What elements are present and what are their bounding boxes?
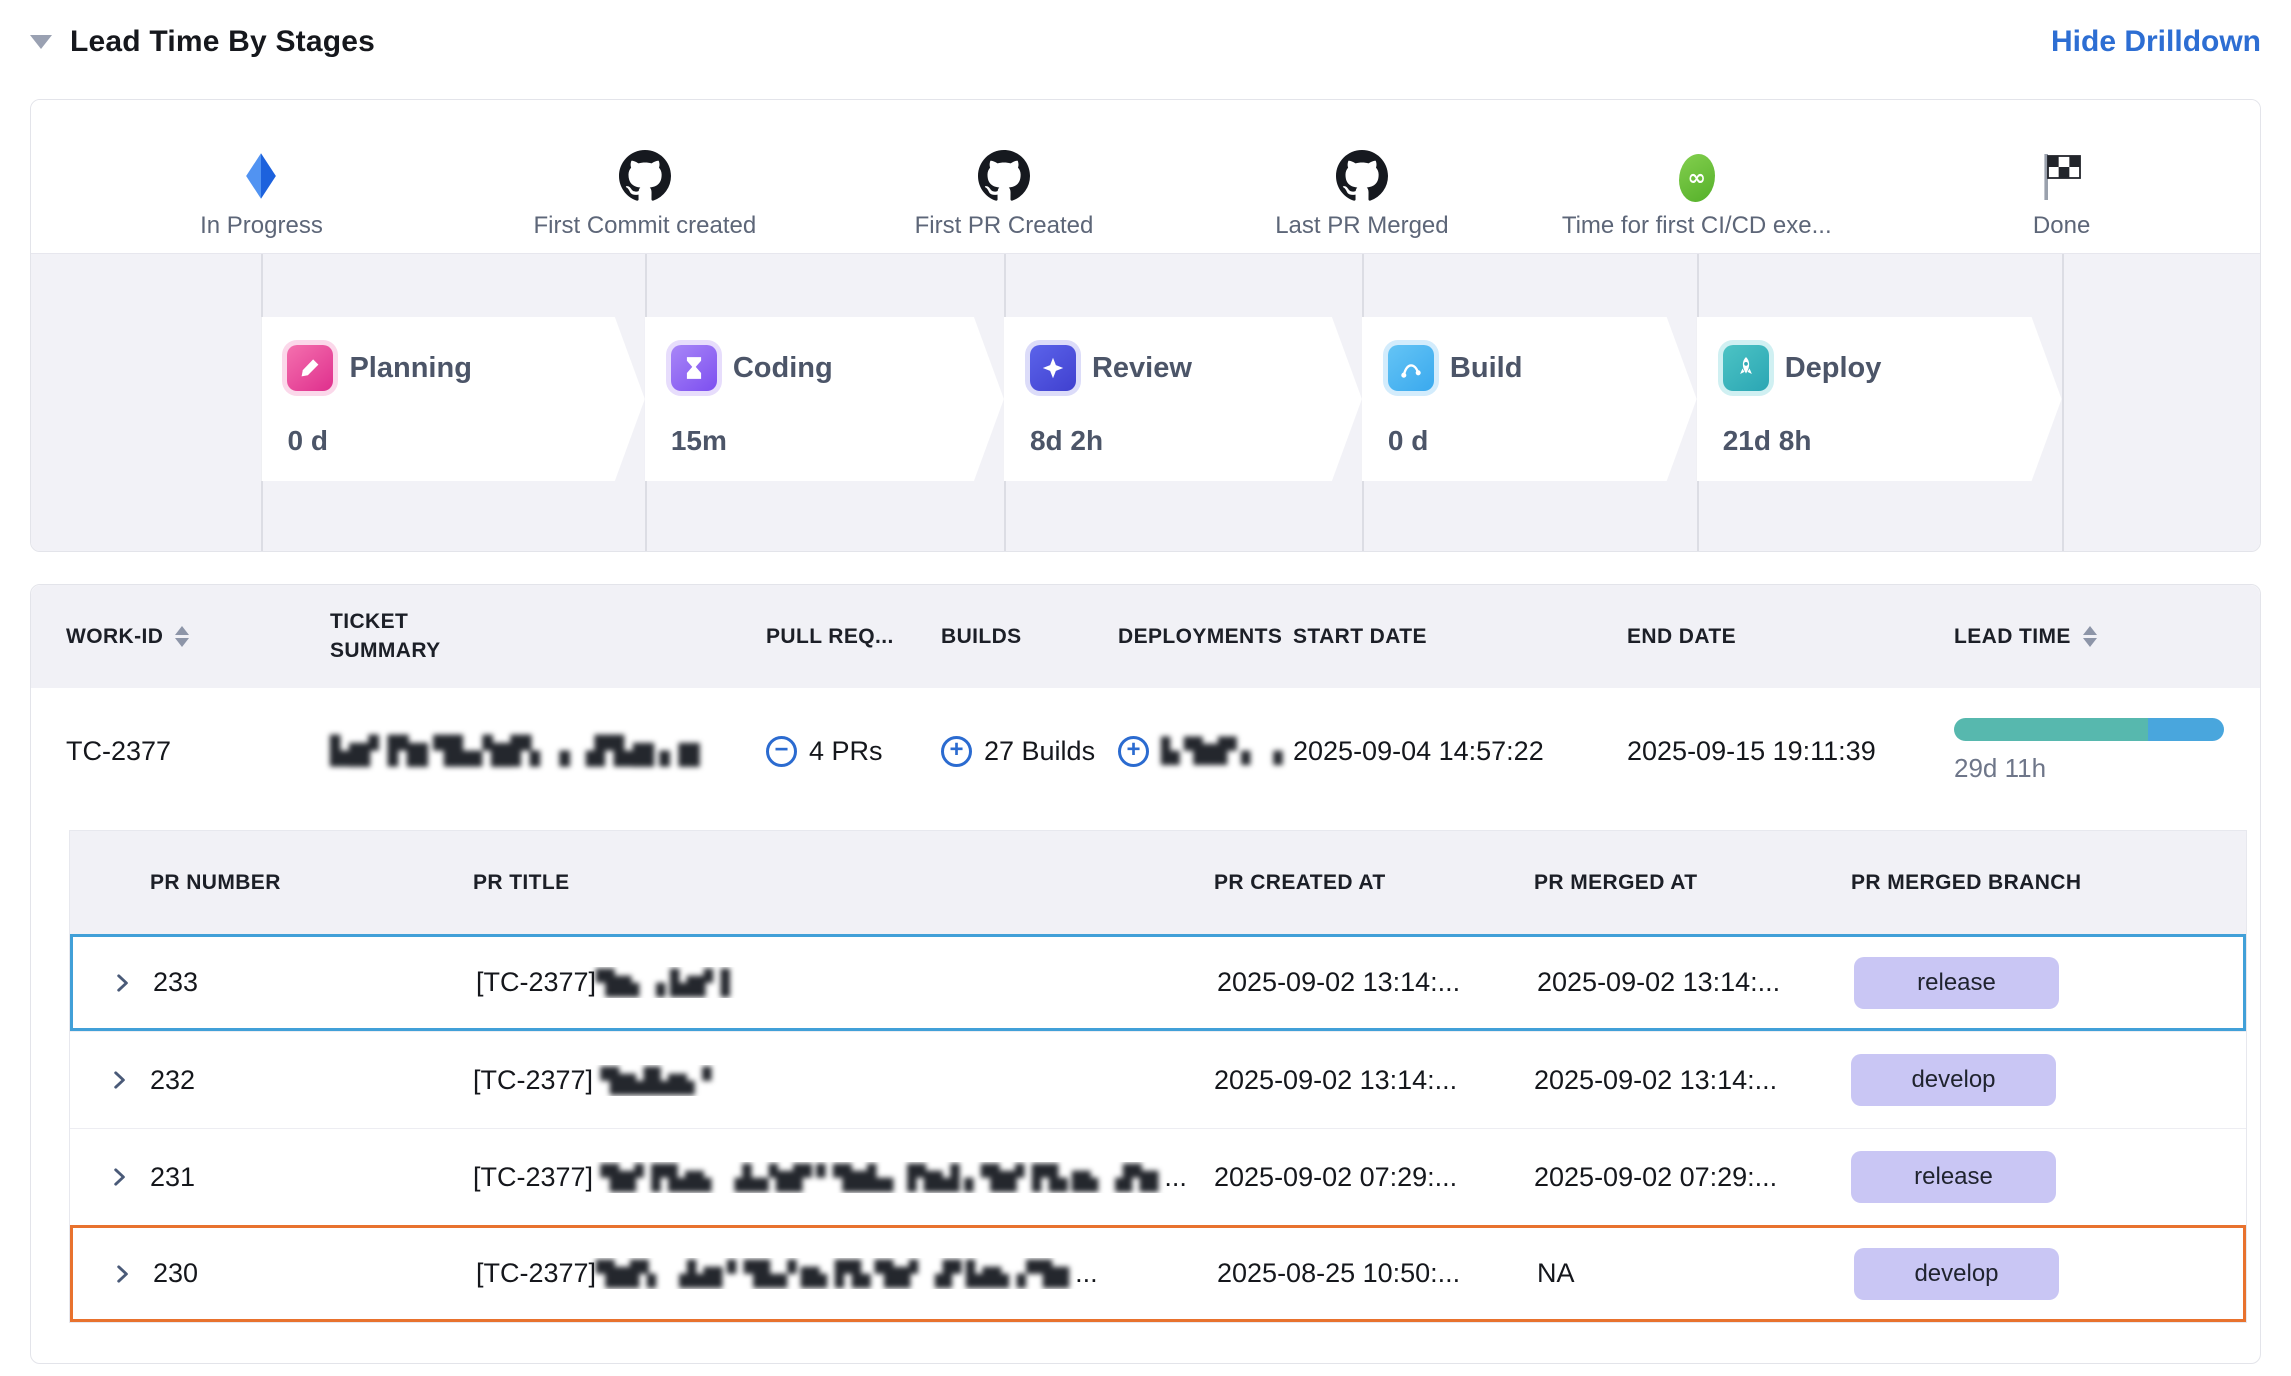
branch-badge: release [1851,1151,2056,1203]
col-ticket-summary: TICKET SUMMARY [330,608,766,665]
lane-divider [2062,254,2064,552]
page-title: Lead Time By Stages [70,25,375,59]
stages-panel: In Progress First Commit created First P… [30,99,2261,552]
col-lead-time[interactable]: LEAD TIME [1954,625,2260,649]
branch-badge: develop [1851,1054,2056,1106]
pr-number: 230 [153,1258,476,1289]
pr-branch-cell: release [1854,957,2243,1009]
pr-title: [TC-2377]▜▆▖▗ ▙▆▘▌ [476,967,1217,998]
col-pr-branch: PR MERGED BRANCH [1851,868,2246,897]
pr-row-231[interactable]: 231 [TC-2377] ▜▆▘▛▙▆▖ ▗▙▞▆▛ ▘▜▆▙▖ ▛▆▟ ▖▜… [70,1128,2246,1225]
pr-number: 232 [150,1065,473,1096]
col-pr-title: PR TITLE [473,868,1214,897]
pr-created-at: 2025-09-02 07:29:... [1214,1162,1534,1193]
col-pr-number: PR NUMBER [150,868,473,897]
stage-card-review: Review 8d 2h [1004,317,1362,481]
pr-row-232[interactable]: 232 [TC-2377] ▜▆▟▙▆▖▘ 2025-09-02 13:14:.… [70,1031,2246,1128]
chevron-right-icon[interactable] [108,1069,150,1091]
work-table-header: WORK-ID TICKET SUMMARY PULL REQ... BUILD… [31,585,2260,688]
stage-card-coding: Coding 15m [645,317,1004,481]
pr-branch-cell: develop [1851,1054,2246,1106]
lead-bar-teal [1954,718,2148,741]
milestone-strip: In Progress First Commit created First P… [31,100,2260,253]
milestone-first-commit: First Commit created [435,100,855,240]
pr-merged-at: 2025-09-02 13:14:... [1534,1065,1851,1096]
col-pull-requests: PULL REQ... [766,625,941,649]
pen-icon [287,345,333,391]
col-builds: BUILDS [941,625,1118,649]
start-date-cell: 2025-09-04 14:57:22 [1293,736,1627,767]
sparkle-icon [1030,345,1076,391]
pr-title: [TC-2377] ▜▆▟▙▆▖▘ [473,1065,1214,1096]
deployments-cell: + ▙ ▜▆▛ ▖ ▗ [1118,736,1293,767]
pr-number: 231 [150,1162,473,1193]
bezier-icon [1388,345,1434,391]
col-start-date: START DATE [1293,625,1627,649]
collapse-caret-icon[interactable] [30,35,52,49]
builds-cell: + 27 Builds [941,736,1118,767]
sort-icon[interactable] [2083,626,2097,647]
col-end-date: END DATE [1627,625,1954,649]
lead-time-drilldown-page: Lead Time By Stages Hide Drilldown In Pr… [0,0,2291,1376]
pr-row-233[interactable]: 233 [TC-2377]▜▆▖▗ ▙▆▘▌ 2025-09-02 13:14:… [70,934,2246,1031]
pr-branch-cell: release [1851,1151,2246,1203]
collapse-prs-icon[interactable]: − [766,736,797,767]
lead-time-value: 29d 11h [1954,753,2224,784]
end-date-cell: 2025-09-15 19:11:39 [1627,736,1954,767]
stage-card-deploy: Deploy 21d 8h [1697,317,2062,481]
lead-time-cell: 29d 11h [1954,718,2261,784]
finish-flag-icon [1852,136,2261,202]
jira-status-icon [51,136,471,202]
pr-number: 233 [153,967,476,998]
cicd-icon: ∞ [1487,136,1907,202]
col-pr-merged: PR MERGED AT [1534,868,1851,897]
rocket-icon [1723,345,1769,391]
sort-icon[interactable] [175,626,189,647]
stage-lanes: Planning 0 d Coding 15m Revi [31,253,2260,552]
lead-bar-blue [2148,718,2224,741]
milestone-in-progress: In Progress [51,100,471,240]
pr-title: [TC-2377] ▜▆▘▛▙▆▖ ▗▙▞▆▛ ▘▜▆▙▖ ▛▆▟ ▖▜▆▘▛▙… [473,1162,1214,1193]
col-pr-created: PR CREATED AT [1214,868,1534,897]
pr-row-230[interactable]: 230 [TC-2377]▜▆▛▖ ▗▙▆ ▘▜▙▞ ▆▖▛▙ ▜▆▘▗▛ ▙▆… [70,1225,2246,1322]
pr-merged-at: NA [1537,1258,1854,1289]
branch-badge: release [1854,957,2059,1009]
expand-deployments-icon[interactable]: + [1118,736,1149,767]
hourglass-icon [671,345,717,391]
pr-table-header: PR NUMBER PR TITLE PR CREATED AT PR MERG… [70,831,2246,934]
pr-created-at: 2025-09-02 13:14:... [1217,967,1537,998]
hide-drilldown-link[interactable]: Hide Drilldown [2051,25,2261,59]
col-work-id[interactable]: WORK-ID [66,625,330,649]
work-table-panel: WORK-ID TICKET SUMMARY PULL REQ... BUILD… [30,584,2261,1364]
pr-merged-at: 2025-09-02 13:14:... [1537,967,1854,998]
pr-table: PR NUMBER PR TITLE PR CREATED AT PR MERG… [69,830,2247,1323]
col-deployments: DEPLOYMENTS [1118,625,1293,649]
milestone-cicd: ∞ Time for first CI/CD exe... [1487,100,1907,240]
chevron-right-icon[interactable] [111,972,153,994]
pull-requests-cell: − 4 PRs [766,736,941,767]
stage-card-planning: Planning 0 d [261,317,644,481]
pr-created-at: 2025-09-02 13:14:... [1214,1065,1534,1096]
work-id-cell: TC-2377 [66,736,330,767]
chevron-right-icon[interactable] [111,1263,153,1285]
pr-title: [TC-2377]▜▆▛▖ ▗▙▆ ▘▜▙▞ ▆▖▛▙ ▜▆▘▗▛ ▙▆▖▞▜▆… [476,1258,1217,1289]
pr-merged-at: 2025-09-02 07:29:... [1534,1162,1851,1193]
branch-badge: develop [1854,1248,2059,1300]
stage-card-build: Build 0 d [1362,317,1697,481]
section-header: Lead Time By Stages Hide Drilldown [30,16,2261,68]
ticket-summary-cell: ▙▆▘▛▆ ▜▙▞▆▛▖▗ ▗▛▙▆ ▖▆ [330,736,766,767]
lead-time-bar [1954,718,2224,741]
expand-builds-icon[interactable]: + [941,736,972,767]
chevron-right-icon[interactable] [108,1166,150,1188]
github-icon [435,136,855,202]
milestone-done: Done [1852,100,2261,240]
work-row[interactable]: TC-2377 ▙▆▘▛▆ ▜▙▞▆▛▖▗ ▗▛▙▆ ▖▆ − 4 PRs + … [31,688,2260,814]
pr-created-at: 2025-08-25 10:50:... [1217,1258,1537,1289]
pr-branch-cell: develop [1854,1248,2243,1300]
